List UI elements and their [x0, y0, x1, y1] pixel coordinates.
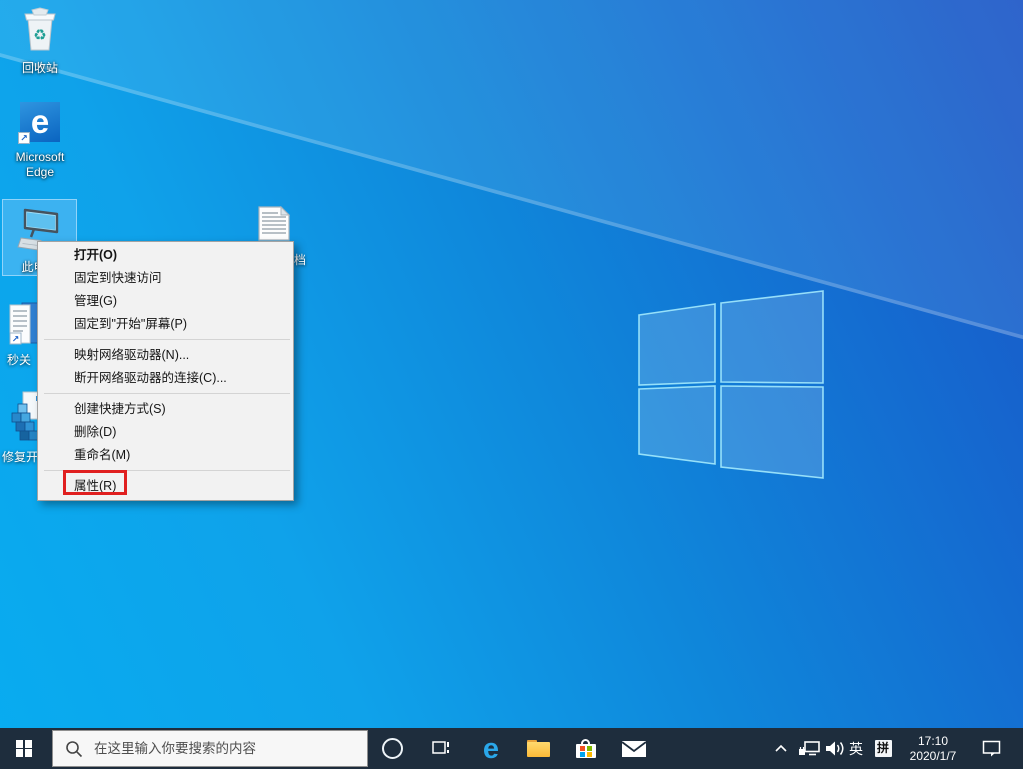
menu-item-disconnect-network-drive[interactable]: 断开网络驱动器的连接(C)...	[38, 367, 293, 390]
icon-label: 修复开	[2, 450, 39, 464]
windows-logo-wallpaper	[638, 290, 824, 479]
action-center-icon	[982, 740, 1001, 757]
edge-taskbar-button[interactable]: e	[469, 728, 513, 769]
taskbar-search[interactable]	[52, 730, 368, 767]
windows-start-icon	[15, 740, 33, 757]
menu-item-open[interactable]: 打开(O)	[38, 244, 293, 267]
menu-item-pin-to-start[interactable]: 固定到"开始"屏幕(P)	[38, 313, 293, 336]
icon-label: 档	[294, 253, 307, 267]
task-view-button[interactable]	[419, 728, 463, 769]
tray-time: 17:10	[917, 734, 949, 748]
folder-icon	[526, 740, 550, 757]
recycle-bin-icon: ♻	[24, 7, 56, 51]
tray-show-hidden-icons[interactable]	[767, 728, 795, 769]
tray-network-button[interactable]	[795, 728, 823, 769]
start-button[interactable]	[0, 728, 48, 769]
tray-language-indicator[interactable]: 英	[845, 728, 867, 769]
mail-button[interactable]	[612, 728, 656, 769]
network-icon	[798, 741, 820, 756]
text-document-icon	[258, 205, 291, 241]
speaker-icon	[826, 741, 844, 756]
menu-separator	[44, 339, 290, 340]
cortana-icon	[381, 738, 403, 759]
menu-separator	[44, 393, 290, 394]
menu-item-delete[interactable]: 删除(D)	[38, 421, 293, 444]
search-icon	[66, 740, 83, 757]
search-input[interactable]	[92, 740, 367, 757]
task-view-icon	[432, 741, 449, 754]
store-icon	[576, 739, 596, 758]
edge-icon: e	[482, 732, 500, 765]
tray-clock[interactable]: 17:10 2020/1/7	[897, 728, 969, 769]
menu-item-pin-quick-access[interactable]: 固定到快速访问	[38, 267, 293, 290]
svg-text:♻: ♻	[33, 27, 46, 44]
annotation-highlight-box	[63, 470, 127, 495]
menu-item-map-network-drive[interactable]: 映射网络驱动器(N)...	[38, 344, 293, 367]
svg-text:↗: ↗	[12, 334, 20, 344]
menu-item-rename[interactable]: 重命名(M)	[38, 444, 293, 467]
file-explorer-button[interactable]	[516, 728, 560, 769]
ime-icon: 拼	[874, 740, 892, 757]
tray-date: 2020/1/7	[909, 748, 957, 763]
desktop-icon-microsoft-edge[interactable]: e ↗ Microsoft Edge	[8, 102, 72, 180]
menu-item-manage[interactable]: 管理(G)	[38, 290, 293, 313]
desktop-icon-recycle-bin[interactable]: ♻ 回收站	[8, 7, 72, 76]
cortana-button[interactable]	[370, 728, 414, 769]
desktop-icon-document[interactable]	[258, 205, 291, 246]
mail-icon	[621, 740, 647, 757]
icon-label: Microsoft Edge	[15, 150, 65, 179]
context-menu: 打开(O) 固定到快速访问 管理(G) 固定到"开始"屏幕(P) 映射网络驱动器…	[37, 241, 294, 501]
chevron-up-icon	[775, 744, 787, 752]
desktop: ♻ 回收站 e ↗ Microsoft Edge 此电脑	[0, 0, 1023, 769]
shortcut-arrow-icon: ↗	[18, 132, 30, 144]
action-center-button[interactable]	[975, 728, 1009, 769]
icon-label: 秒关	[7, 353, 32, 367]
icon-label: 回收站	[21, 61, 58, 75]
taskbar: e	[0, 728, 1023, 769]
menu-item-create-shortcut[interactable]: 创建快捷方式(S)	[38, 398, 293, 421]
tray-ime-indicator[interactable]: 拼	[870, 728, 896, 769]
tray-volume-button[interactable]	[821, 728, 847, 769]
microsoft-store-button[interactable]	[564, 728, 608, 769]
edge-icon: e ↗	[18, 102, 60, 144]
